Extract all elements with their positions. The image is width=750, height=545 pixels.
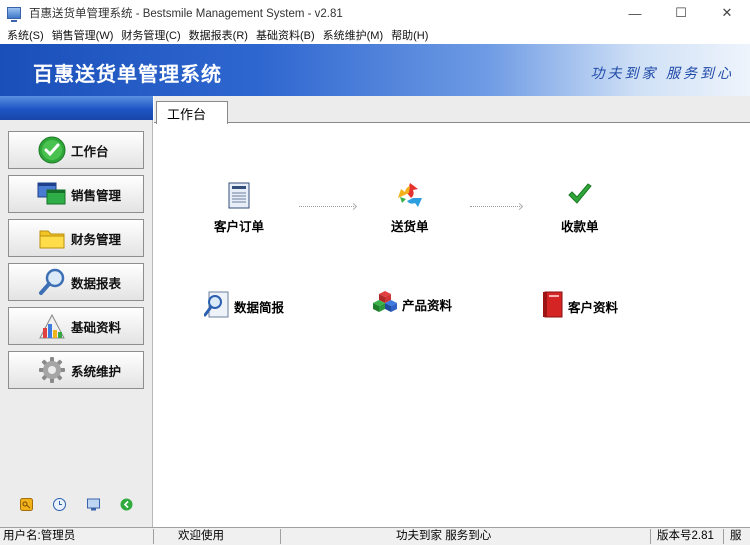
link-product-data[interactable]: 产品资料: [372, 291, 452, 318]
link-customer-data[interactable]: 客户资料: [542, 291, 618, 322]
sidebar-item-basic-data[interactable]: 基础资料: [8, 307, 144, 345]
status-welcome: 欢迎使用: [178, 530, 224, 542]
magnifier-icon: [34, 268, 70, 296]
sidebar-bottom-toolbar: [0, 498, 153, 518]
menu-bar: 系统(S) 销售管理(W) 财务管理(C) 数据报表(R) 基础资料(B) 系统…: [0, 26, 750, 43]
red-book-icon: [542, 291, 564, 322]
link-label: 产品资料: [402, 299, 453, 313]
sidebar-item-label: 工作台: [71, 144, 109, 159]
sidebar-item-label: 系统维护: [71, 364, 122, 379]
workflow-step-label: 收款单: [561, 220, 599, 234]
window-controls: — ☐ ✕: [612, 0, 750, 26]
sidebar-item-finance[interactable]: 财务管理: [8, 219, 144, 257]
sidebar-item-workbench[interactable]: 工作台: [8, 131, 144, 169]
menu-help[interactable]: 帮助(H): [387, 27, 432, 43]
key-icon[interactable]: [20, 498, 34, 518]
app-icon: [7, 7, 21, 22]
header-banner: 百惠送货单管理系统 功夫到家 服务到心: [0, 44, 750, 96]
minimize-button[interactable]: —: [612, 0, 658, 26]
gear-icon: [34, 356, 70, 384]
status-version: 版本号2.81: [657, 530, 714, 542]
workflow-customer-order[interactable]: 客户订单: [214, 181, 264, 235]
main-panel: 工作台 客户订单 送货单 收款单 数据简报 产品资料 客户资料: [154, 96, 750, 527]
windows-icon: [34, 181, 70, 207]
recycle-arrows-icon: [396, 181, 424, 212]
menu-reports[interactable]: 数据报表(R): [185, 27, 252, 43]
checkmark-icon: [566, 181, 594, 212]
close-button[interactable]: ✕: [704, 0, 750, 26]
status-bar: 用户名:管理员 欢迎使用 功夫到家 服务到心 版本号2.81 服: [0, 527, 750, 545]
status-slogan: 功夫到家 服务到心: [396, 530, 492, 542]
menu-system[interactable]: 系统(S): [3, 27, 48, 43]
tab-workbench[interactable]: 工作台: [156, 101, 228, 124]
sidebar-header-strip: [0, 96, 153, 120]
banner-slogan: 功夫到家 服务到心: [590, 66, 734, 82]
sidebar-item-sales[interactable]: 销售管理: [8, 175, 144, 213]
sidebar-item-label: 销售管理: [71, 188, 122, 203]
status-separator: [280, 529, 281, 544]
menu-basic-data[interactable]: 基础资料(B): [252, 27, 319, 43]
sidebar-item-reports[interactable]: 数据报表: [8, 263, 144, 301]
sidebar-item-maintenance[interactable]: 系统维护: [8, 351, 144, 389]
status-extra: 服: [730, 530, 742, 542]
workflow-step-label: 送货单: [391, 220, 429, 234]
workflow-step-label: 客户订单: [214, 220, 265, 234]
checkmark-icon: [34, 136, 70, 164]
menu-finance[interactable]: 财务管理(C): [117, 27, 184, 43]
link-label: 客户资料: [568, 301, 619, 315]
workflow-connector: [299, 206, 354, 207]
sidebar: 工作台 销售管理 财务管理 数据报表 基础资料 系统维护: [0, 96, 153, 527]
tab-strip: 工作台: [154, 96, 750, 124]
cubes-icon: [372, 291, 398, 318]
menu-sales[interactable]: 销售管理(W): [48, 27, 118, 43]
banner-title: 百惠送货单管理系统: [33, 64, 222, 86]
sidebar-item-label: 基础资料: [71, 320, 122, 335]
magnifier-report-icon: [203, 291, 230, 322]
status-separator: [650, 529, 651, 544]
link-data-brief[interactable]: 数据简报: [203, 291, 285, 322]
status-separator: [723, 529, 724, 544]
workflow-receipt[interactable]: 收款单: [561, 181, 599, 235]
sidebar-item-label: 财务管理: [71, 232, 122, 247]
link-label: 数据简报: [234, 301, 285, 315]
maximize-button[interactable]: ☐: [658, 0, 704, 26]
clock-icon[interactable]: [53, 498, 67, 518]
folder-icon: [34, 226, 70, 250]
menu-maintenance[interactable]: 系统维护(M): [319, 27, 388, 43]
workflow-connector: [470, 206, 520, 207]
status-user: 用户名:管理员: [3, 530, 76, 542]
chart-icon: [34, 312, 70, 340]
monitor-icon[interactable]: [86, 498, 100, 518]
order-document-icon: [228, 181, 250, 212]
workflow-delivery-note[interactable]: 送货单: [391, 181, 429, 235]
window-title: 百惠送货单管理系统 - Bestsmile Management System …: [29, 8, 343, 20]
sidebar-item-label: 数据报表: [71, 276, 122, 291]
title-bar: 百惠送货单管理系统 - Bestsmile Management System …: [0, 0, 750, 26]
status-separator: [153, 529, 154, 544]
back-icon[interactable]: [120, 498, 133, 518]
